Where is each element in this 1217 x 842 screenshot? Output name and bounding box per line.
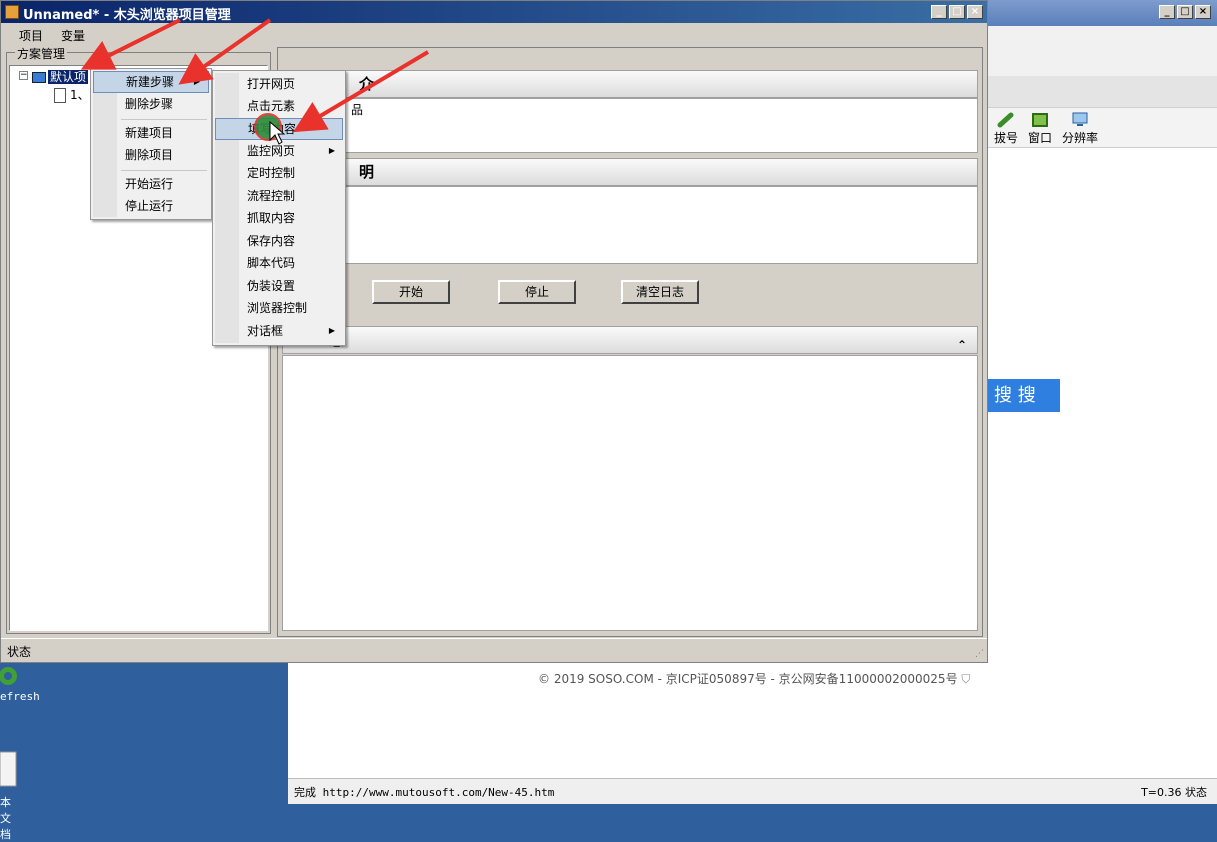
project-detail-panel: 介 品 明 开始 停止 清空日志 志 ⌃ (277, 47, 983, 637)
submenu-disguise-settings[interactable]: 伪装设置 (215, 275, 343, 297)
dial-label: 拔号 (994, 131, 1019, 145)
computer-icon (32, 72, 46, 83)
intro-section-title: 介 (359, 75, 375, 93)
maximize-icon[interactable]: □ (949, 5, 965, 19)
submenu-arrow-icon: ▶ (193, 77, 200, 86)
search-button[interactable]: 搜 搜 (988, 379, 1060, 412)
start-button[interactable]: 开始 (372, 280, 450, 304)
description-section-title: 明 (359, 163, 375, 181)
tree-node-step-1[interactable]: 1、 (54, 86, 90, 103)
maximize-icon[interactable]: □ (1177, 5, 1193, 19)
menu-item-new-step-label: 新建步骤 (126, 75, 175, 89)
document-icon (54, 88, 66, 103)
monitor-icon (1072, 112, 1088, 126)
window-label: 窗口 (1028, 131, 1053, 145)
menu-item-start-run[interactable]: 开始运行 (93, 173, 209, 195)
menu-separator (121, 119, 207, 120)
app-status-bar: 状态 ⋰ (1, 638, 987, 662)
menu-item-stop-run[interactable]: 停止运行 (93, 195, 209, 217)
minimize-icon[interactable]: _ (931, 5, 947, 19)
browser-status-bar: 完成 http://www.mutousoft.com/New-45.htm T… (288, 778, 1217, 804)
submenu-fill-content[interactable]: 填写内容 (215, 118, 343, 140)
shield-icon: ⛉ (961, 672, 971, 686)
page-footer: © 2019 SOSO.COM - 京ICP证050897号 - 京公网安备11… (538, 670, 970, 687)
app-menu-bar: 项目 变量 (1, 23, 987, 45)
browser-status-url: 完成 http://www.mutousoft.com/New-45.htm (294, 786, 555, 799)
submenu-dialog[interactable]: 对话框 ▶ (215, 320, 343, 342)
app-logo-icon (5, 5, 19, 19)
minimize-icon[interactable]: _ (1159, 5, 1175, 19)
browser-status-timer: T=0.36 状态 (1141, 786, 1207, 799)
submenu-timer-control[interactable]: 定时控制 (215, 162, 343, 184)
app-title-bar[interactable]: Unnamed* - 木头浏览器项目管理 _ □ × (1, 1, 987, 23)
window-title: Unnamed* - 木头浏览器项目管理 (23, 8, 231, 23)
refresh-icon (0, 667, 17, 685)
menu-item-delete-step[interactable]: 删除步骤 (93, 93, 209, 115)
submenu-save-content[interactable]: 保存内容 (215, 230, 343, 252)
menu-separator (121, 170, 207, 171)
desktop-icon-document-label: 本文档 (0, 796, 11, 841)
submenu-click-element[interactable]: 点击元素 (215, 95, 343, 117)
resize-grip-icon[interactable]: ⋰ (975, 649, 984, 659)
log-section-header: 志 ⌃ (282, 326, 978, 354)
submenu-browser-control[interactable]: 浏览器控制 (215, 297, 343, 319)
desktop-icon-refresh-label: efresh (0, 690, 40, 703)
close-icon[interactable]: × (1195, 5, 1211, 19)
menu-item-new-step[interactable]: 新建步骤 ▶ (93, 71, 209, 93)
tree-node-default-label: 默认项 (48, 70, 89, 84)
window-icon (1032, 113, 1048, 127)
menu-item-delete-project[interactable]: 删除项目 (93, 144, 209, 166)
resolution-label: 分辨率 (1062, 131, 1099, 145)
close-icon[interactable]: × (967, 5, 983, 19)
menu-project[interactable]: 项目 (19, 27, 43, 44)
dial-icon (997, 112, 1014, 128)
description-text-box[interactable] (282, 186, 978, 264)
submenu-open-page[interactable]: 打开网页 (215, 73, 343, 95)
intro-text: 品 (351, 103, 364, 117)
tree-context-menu: 新建步骤 ▶ 删除步骤 新建项目 删除项目 开始运行 停止运行 (90, 68, 212, 220)
submenu-monitor-page[interactable]: 监控网页 ▶ (215, 140, 343, 162)
tree-node-default-project[interactable]: 默认项 (32, 68, 89, 85)
resolution-button[interactable]: 分辨率 (1062, 112, 1098, 146)
dial-button[interactable]: 拔号 (994, 112, 1018, 146)
submenu-dialog-label: 对话框 (247, 324, 284, 338)
submenu-arrow-icon: ▶ (328, 326, 335, 335)
submenu-flow-control[interactable]: 流程控制 (215, 185, 343, 207)
submenu-arrow-icon: ▶ (328, 146, 335, 155)
stop-button[interactable]: 停止 (498, 280, 576, 304)
intro-text-box[interactable]: 品 (282, 98, 978, 153)
description-section-header: 明 (282, 158, 978, 186)
clear-log-button[interactable]: 清空日志 (621, 280, 699, 304)
footer-text: © 2019 SOSO.COM - 京ICP证050897号 - 京公网安备11… (538, 672, 958, 686)
menu-item-new-project[interactable]: 新建项目 (93, 122, 209, 144)
submenu-monitor-page-label: 监控网页 (247, 144, 296, 158)
intro-section-header: 介 (282, 70, 978, 98)
tree-node-step-label: 1、 (70, 88, 90, 102)
app-status-text: 状态 (7, 645, 32, 659)
new-step-submenu: 打开网页 点击元素 填写内容 监控网页 ▶ 定时控制 流程控制 抓取内容 保存内… (212, 70, 346, 346)
desktop-icon-refresh[interactable]: efresh (0, 665, 40, 703)
document-icon (0, 751, 17, 787)
log-text-area[interactable] (282, 355, 978, 631)
desktop-icon-document[interactable]: 本文档 (0, 750, 18, 841)
submenu-script-code[interactable]: 脚本代码 (215, 252, 343, 274)
menu-variable[interactable]: 变量 (61, 27, 85, 44)
window-button[interactable]: 窗口 (1028, 112, 1052, 146)
collapse-toggle-icon[interactable]: − (19, 71, 28, 80)
submenu-scrape-content[interactable]: 抓取内容 (215, 207, 343, 229)
scheme-management-label: 方案管理 (15, 45, 68, 62)
